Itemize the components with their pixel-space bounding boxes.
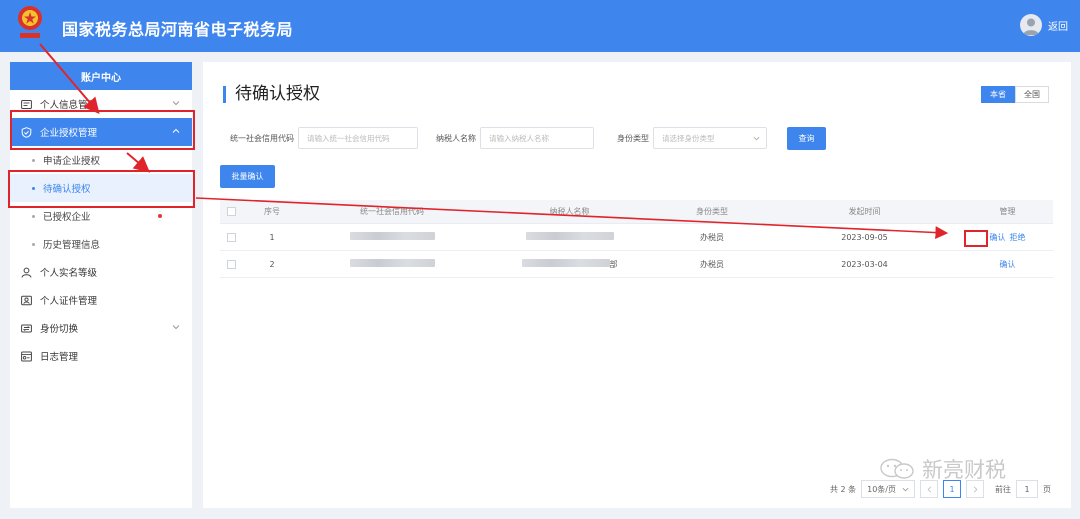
chevron-left-icon bbox=[927, 486, 931, 492]
sidebar-subitem-label: 已授权企业 bbox=[43, 212, 91, 223]
identity-type-cell: 办税员 bbox=[700, 232, 724, 242]
sidebar-item-realname-level[interactable]: 个人实名等级 bbox=[10, 258, 192, 286]
header-user-area[interactable]: 返回 bbox=[1020, 14, 1068, 36]
sidebar-item-identity-switch[interactable]: 身份切换 bbox=[10, 314, 192, 342]
sidebar-title: 账户中心 bbox=[10, 62, 192, 90]
tax-emblem-logo bbox=[18, 6, 42, 38]
taxpayer-name-cell: 部 bbox=[482, 258, 657, 270]
profile-card-icon bbox=[20, 98, 32, 110]
sidebar-item-label: 身份切换 bbox=[40, 324, 79, 335]
page-unit-label: 页 bbox=[1043, 484, 1051, 494]
goto-page-input[interactable]: 1 bbox=[1016, 480, 1038, 498]
chevron-down-icon bbox=[172, 101, 180, 106]
sidebar-subitem-history[interactable]: 历史管理信息 bbox=[10, 230, 192, 258]
row-number: 1 bbox=[269, 232, 275, 242]
chevron-down-icon bbox=[902, 487, 909, 491]
sidebar-item-label: 日志管理 bbox=[40, 352, 79, 363]
identity-type-placeholder: 请选择身份类型 bbox=[662, 133, 715, 143]
table-row: 1 办税员 2023-09-05 确认 拒绝 bbox=[220, 224, 1053, 251]
taxpayer-name-suffix: 部 bbox=[609, 259, 618, 269]
id-card-icon bbox=[20, 294, 32, 306]
page-size-value: 10条/页 bbox=[867, 484, 896, 494]
identity-type-cell: 办税员 bbox=[700, 259, 724, 269]
credit-code-filter: 统一社会信用代码 请输入统一社会信用代码 bbox=[230, 127, 418, 149]
select-all-cell bbox=[220, 207, 242, 216]
row-select-cell bbox=[220, 259, 242, 269]
watermark: 新亮财税 bbox=[878, 454, 1006, 484]
taxpayer-name-input[interactable]: 请输入纳税人名称 bbox=[480, 127, 594, 149]
redacted-taxpayer-name bbox=[525, 232, 614, 240]
chevron-right-icon bbox=[973, 486, 977, 492]
table-header: 序号 统一社会信用代码 纳税人名称 身份类型 发起时间 管理 bbox=[220, 200, 1053, 224]
avatar-person-icon bbox=[1023, 18, 1039, 35]
goto-label: 前往 bbox=[995, 484, 1011, 494]
batch-confirm-button[interactable]: 批量确认 bbox=[220, 165, 275, 188]
sidebar-item-log-management[interactable]: 日志管理 bbox=[10, 342, 192, 370]
initiated-time-cell: 2023-03-04 bbox=[841, 259, 888, 269]
sidebar-item-label: 个人实名等级 bbox=[40, 268, 98, 279]
column-header: 身份类型 bbox=[696, 207, 728, 216]
column-header: 管理 bbox=[999, 207, 1016, 216]
row-checkbox[interactable] bbox=[226, 259, 236, 269]
redacted-taxpayer-name bbox=[521, 258, 610, 267]
user-icon bbox=[20, 266, 32, 278]
taxpayer-name-cell bbox=[482, 232, 657, 242]
bullet-dot bbox=[32, 158, 35, 162]
taxpayer-name-filter: 纳税人名称 请输入纳税人名称 bbox=[436, 127, 594, 149]
query-button[interactable]: 查询 bbox=[787, 127, 826, 150]
site-title: 国家税务总局河南省电子税务局 bbox=[62, 20, 294, 39]
redacted-credit-code bbox=[349, 232, 435, 240]
return-link[interactable]: 返回 bbox=[1048, 18, 1068, 33]
bullet-dot bbox=[32, 214, 35, 218]
watermark-text: 新亮财税 bbox=[922, 458, 1006, 482]
reject-link[interactable]: 拒绝 bbox=[1010, 233, 1026, 242]
scope-toggle: 本省 全国 bbox=[981, 86, 1049, 103]
sidebar-subitem-label: 历史管理信息 bbox=[43, 240, 101, 251]
sidebar-item-id-docs[interactable]: 个人证件管理 bbox=[10, 286, 192, 314]
annotation-box-confirm bbox=[964, 230, 988, 247]
manage-cell: 确认 bbox=[962, 259, 1053, 270]
row-checkbox[interactable] bbox=[226, 232, 236, 242]
pending-auth-table: 序号 统一社会信用代码 纳税人名称 身份类型 发起时间 管理 1 办税员 202… bbox=[220, 200, 1053, 278]
bullet-dot bbox=[32, 242, 35, 246]
confirm-link[interactable]: 确认 bbox=[990, 233, 1006, 242]
log-icon bbox=[20, 350, 32, 362]
row-select-cell bbox=[220, 232, 242, 242]
top-header: 国家税务总局河南省电子税务局 返回 bbox=[0, 0, 1080, 52]
sidebar-subitem-label: 申请企业授权 bbox=[43, 156, 101, 167]
scope-province-button[interactable]: 本省 bbox=[981, 86, 1015, 103]
initiated-time-cell: 2023-09-05 bbox=[841, 232, 888, 242]
user-avatar[interactable] bbox=[1020, 14, 1042, 36]
scope-national-button[interactable]: 全国 bbox=[1015, 86, 1049, 103]
column-header: 纳税人名称 bbox=[549, 207, 590, 216]
credit-code-input[interactable]: 请输入统一社会信用代码 bbox=[298, 127, 418, 149]
redacted-credit-code bbox=[349, 259, 435, 267]
annotation-box-enterprise-auth bbox=[10, 110, 195, 150]
total-count: 共 2 条 bbox=[829, 484, 857, 494]
chevron-down-icon bbox=[753, 136, 760, 141]
notification-dot bbox=[158, 214, 162, 218]
identity-type-select[interactable]: 请选择身份类型 bbox=[653, 127, 767, 149]
wechat-icon bbox=[880, 458, 914, 479]
identity-type-filter: 身份类型 请选择身份类型 bbox=[617, 127, 767, 149]
annotation-box-pending-auth bbox=[8, 170, 195, 208]
sidebar-item-label: 个人证件管理 bbox=[40, 296, 98, 307]
select-all-checkbox[interactable] bbox=[226, 207, 236, 216]
taxpayer-name-label: 纳税人名称 bbox=[436, 133, 476, 143]
credit-code-cell bbox=[302, 232, 482, 242]
table-row: 2 部 办税员 2023-03-04 确认 bbox=[220, 251, 1053, 278]
confirm-link[interactable]: 确认 bbox=[1000, 260, 1016, 269]
chevron-down-icon bbox=[172, 325, 180, 330]
credit-code-label: 统一社会信用代码 bbox=[230, 133, 294, 143]
column-header: 统一社会信用代码 bbox=[360, 207, 424, 216]
main-content: 待确认授权 本省 全国 统一社会信用代码 请输入统一社会信用代码 纳税人名称 请… bbox=[203, 62, 1071, 508]
column-header: 发起时间 bbox=[848, 207, 881, 216]
row-number: 2 bbox=[269, 259, 275, 269]
column-header: 序号 bbox=[264, 207, 280, 216]
credit-code-cell bbox=[302, 259, 482, 269]
identity-type-label: 身份类型 bbox=[617, 133, 649, 143]
switch-icon bbox=[20, 322, 32, 334]
sidebar-item-label: 个人信息管理 bbox=[40, 100, 98, 111]
page-title: 待确认授权 bbox=[223, 86, 320, 103]
